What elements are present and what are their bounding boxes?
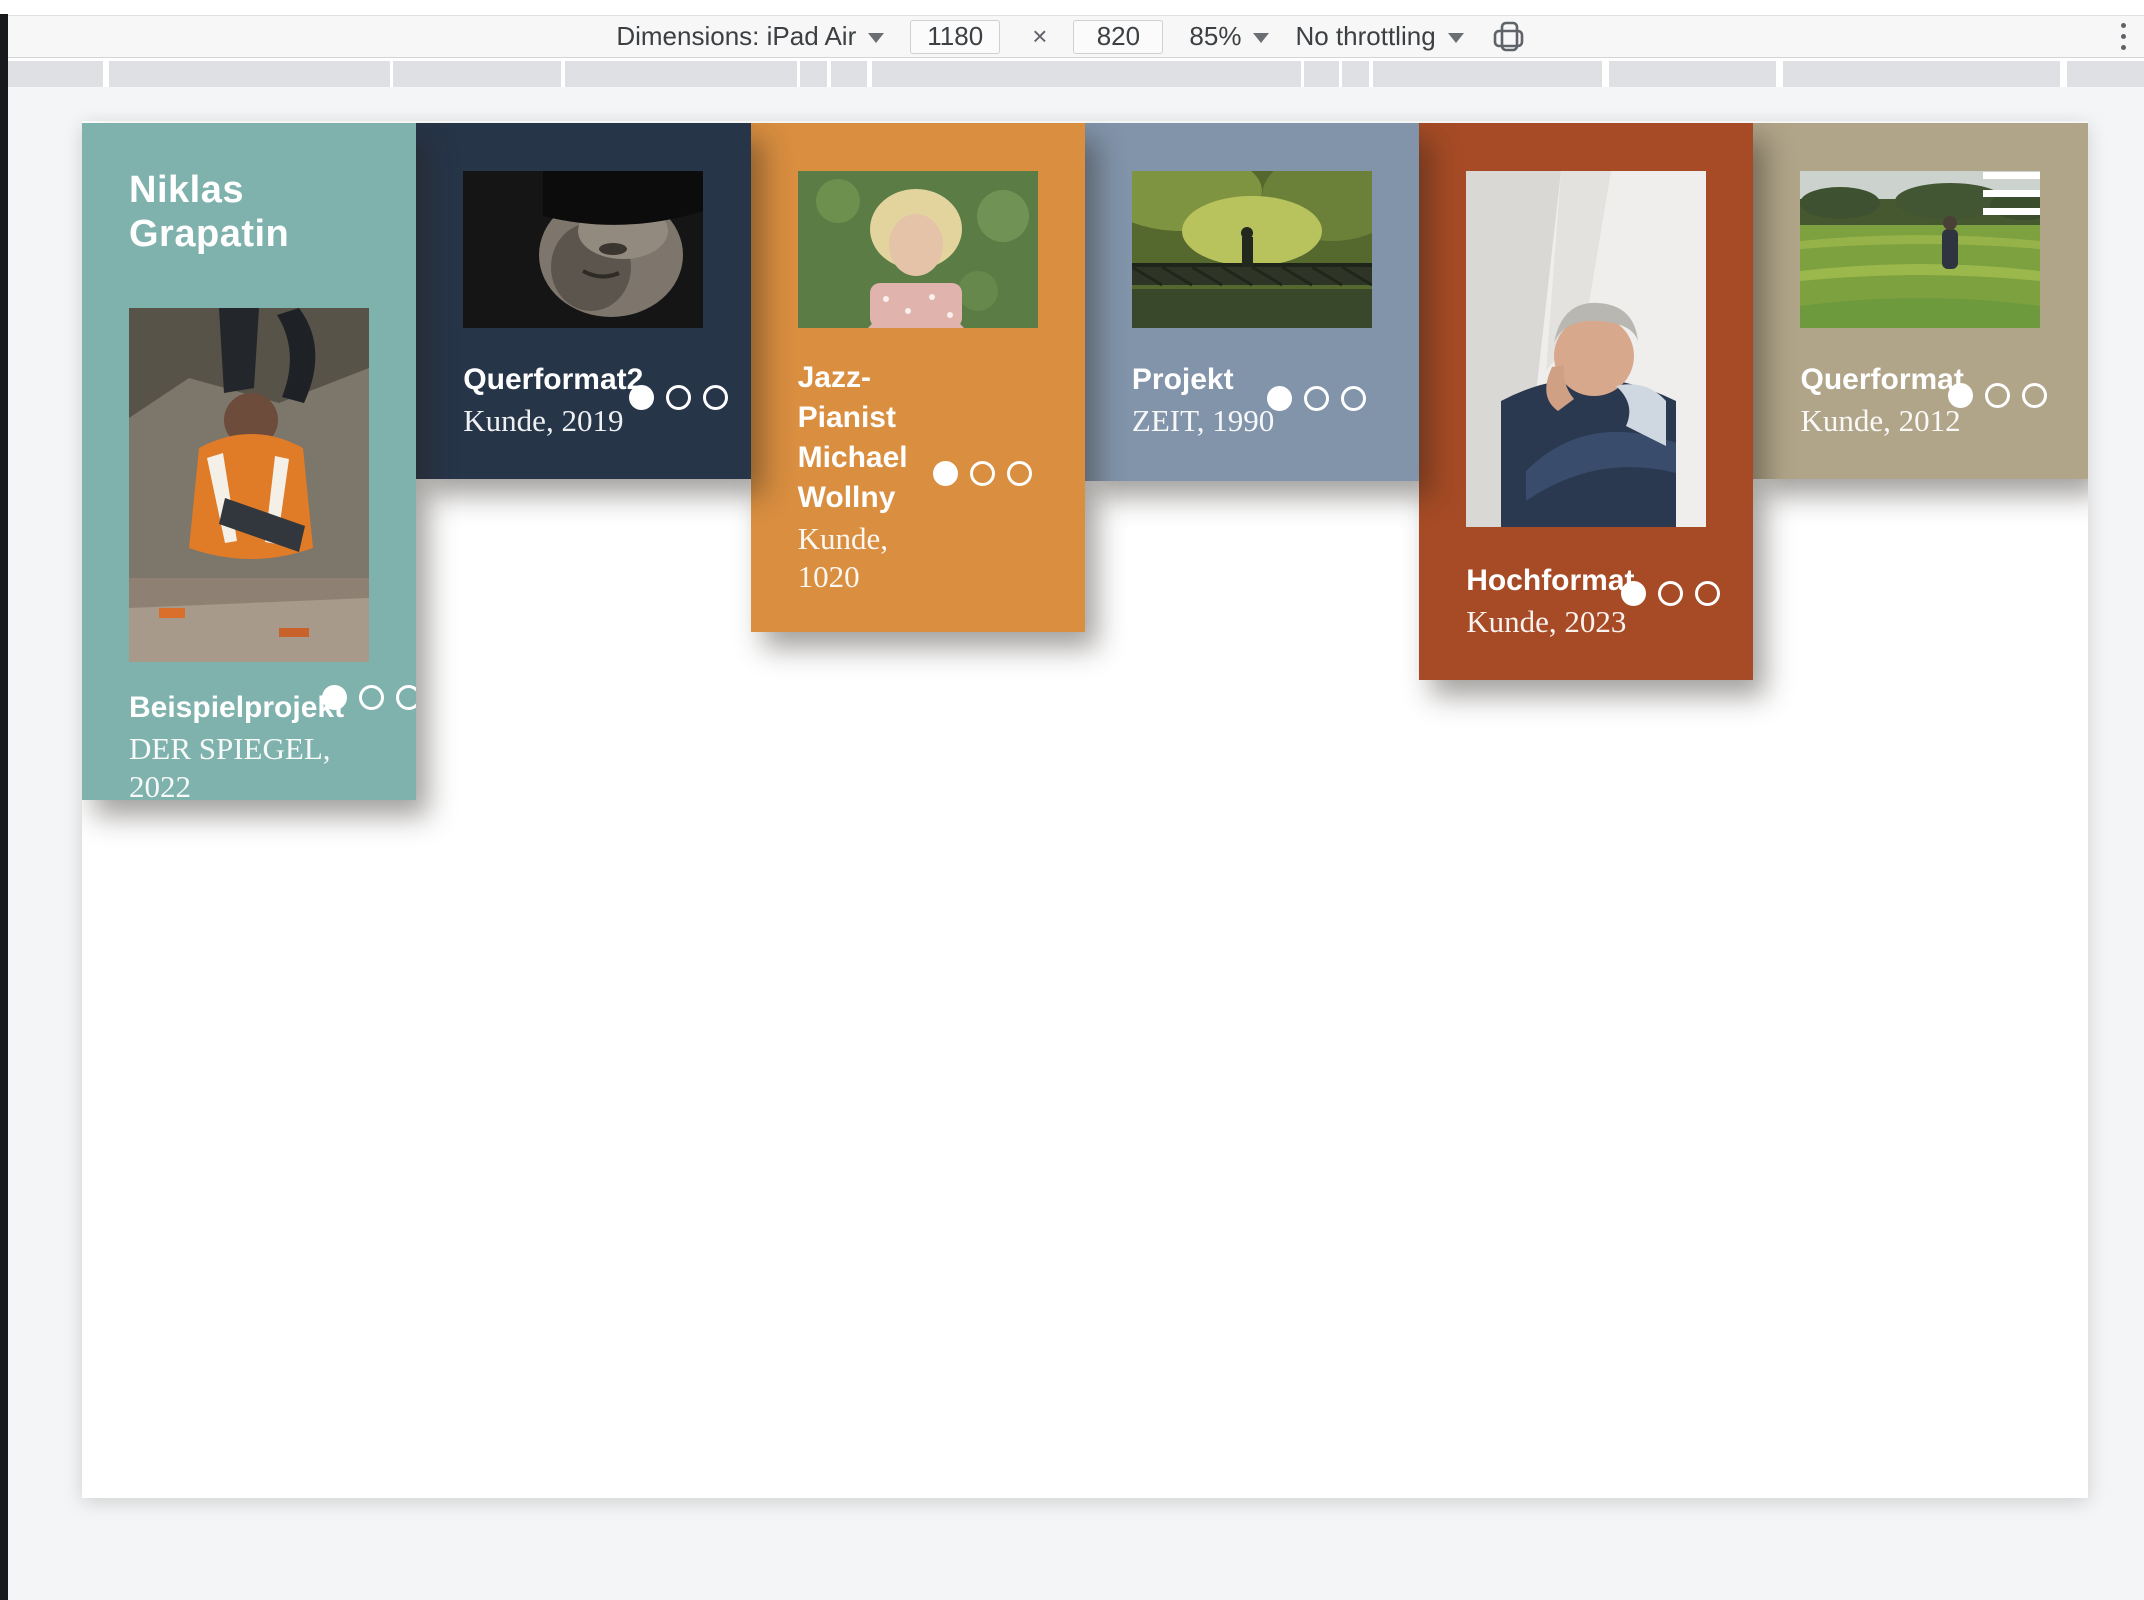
carousel-dot[interactable] — [1007, 461, 1032, 486]
carousel-dots — [322, 685, 416, 710]
media-query-segment[interactable] — [2067, 61, 2144, 87]
project-cards: Niklas Grapatin Beispielprojekt DER SPIE… — [82, 121, 2088, 800]
media-query-segment[interactable] — [800, 61, 827, 87]
project-card[interactable]: Projekt ZEIT, 1990 — [1085, 123, 1419, 481]
chevron-down-icon — [1253, 33, 1269, 43]
media-query-segment[interactable] — [831, 61, 867, 87]
project-card[interactable]: Niklas Grapatin Beispielprojekt DER SPIE… — [82, 123, 416, 800]
carousel-dot[interactable] — [396, 685, 416, 710]
kebab-menu-icon[interactable] — [2110, 16, 2136, 57]
media-query-segment[interactable] — [393, 61, 561, 87]
project-card[interactable]: Querformat2 Kunde, 2019 — [416, 123, 750, 479]
carousel-dot[interactable] — [933, 461, 958, 486]
carousel-dot[interactable] — [2022, 383, 2047, 408]
zoom-menu[interactable]: 85% — [1189, 21, 1269, 52]
project-photo-mann-in-orangefarbener-arbeitskleidung — [129, 308, 369, 662]
project-subtitle: Kunde,1020 — [798, 520, 1038, 596]
carousel-dots — [1621, 581, 1720, 606]
project-subtitle: DER SPIEGEL,2022 — [129, 730, 369, 800]
chevron-down-icon — [1448, 33, 1464, 43]
media-query-segment[interactable] — [565, 61, 797, 87]
carousel-dot[interactable] — [322, 685, 347, 710]
viewport-height-input[interactable] — [1073, 20, 1163, 54]
page-title: Niklas Grapatin — [129, 168, 369, 256]
carousel-dots — [629, 385, 728, 410]
carousel-dot[interactable] — [1948, 383, 1973, 408]
window-edge — [0, 14, 8, 1600]
device-toolbar: Dimensions: iPad Air × 85% No throttling — [0, 16, 2144, 58]
project-photo-mann-portraet-studio — [1466, 171, 1706, 527]
media-query-segment[interactable] — [1783, 61, 2060, 87]
project-title: Jazz-PianistMichaelWollny — [798, 358, 1038, 518]
project-subtitle: Kunde, 2023 — [1466, 603, 1706, 641]
zoom-label: 85% — [1189, 21, 1241, 52]
throttling-menu[interactable]: No throttling — [1295, 21, 1463, 52]
carousel-dot[interactable] — [703, 385, 728, 410]
carousel-dot[interactable] — [359, 685, 384, 710]
carousel-dot[interactable] — [629, 385, 654, 410]
carousel-dot[interactable] — [1621, 581, 1646, 606]
dimensions-label: Dimensions: iPad Air — [616, 21, 856, 52]
media-query-segment[interactable] — [8, 61, 103, 87]
project-photo-schwarzweiss-portraet-gesicht — [463, 171, 703, 328]
carousel-dot[interactable] — [970, 461, 995, 486]
carousel-dot[interactable] — [1304, 386, 1329, 411]
chevron-down-icon — [868, 33, 884, 43]
project-photo-waldbruecke-mit-person — [1132, 171, 1372, 328]
media-query-segment[interactable] — [1304, 61, 1339, 87]
media-query-segment[interactable] — [1609, 61, 1776, 87]
hamburger-icon[interactable] — [1983, 172, 2040, 215]
browser-top-strip — [0, 0, 2144, 16]
carousel-dot[interactable] — [1695, 581, 1720, 606]
media-query-segment[interactable] — [872, 61, 1301, 87]
carousel-dot[interactable] — [1658, 581, 1683, 606]
emulated-viewport: Niklas Grapatin Beispielprojekt DER SPIE… — [82, 121, 2088, 1498]
project-card[interactable]: Hochformat Kunde, 2023 — [1419, 123, 1753, 680]
dimensions-times: × — [1032, 21, 1047, 52]
carousel-dot[interactable] — [1341, 386, 1366, 411]
media-query-segment[interactable] — [109, 61, 390, 87]
media-query-segment[interactable] — [1342, 61, 1369, 87]
media-query-bar[interactable] — [0, 61, 2144, 87]
rotate-viewport-icon[interactable] — [1490, 18, 1528, 56]
devtools-canvas: Niklas Grapatin Beispielprojekt DER SPIE… — [0, 87, 2144, 1600]
carousel-dot[interactable] — [1267, 386, 1292, 411]
carousel-dots — [1948, 383, 2047, 408]
carousel-dot[interactable] — [1985, 383, 2010, 408]
throttling-label: No throttling — [1295, 21, 1435, 52]
viewport-width-input[interactable] — [910, 20, 1000, 54]
carousel-dots — [933, 461, 1032, 486]
dimensions-menu[interactable]: Dimensions: iPad Air — [616, 21, 884, 52]
carousel-dot[interactable] — [666, 385, 691, 410]
carousel-dots — [1267, 386, 1366, 411]
media-query-segment[interactable] — [1373, 61, 1602, 87]
project-photo-blonde-frau-im-gruenen — [798, 171, 1038, 328]
project-card[interactable]: Jazz-PianistMichaelWollny Kunde,1020 — [751, 123, 1085, 632]
